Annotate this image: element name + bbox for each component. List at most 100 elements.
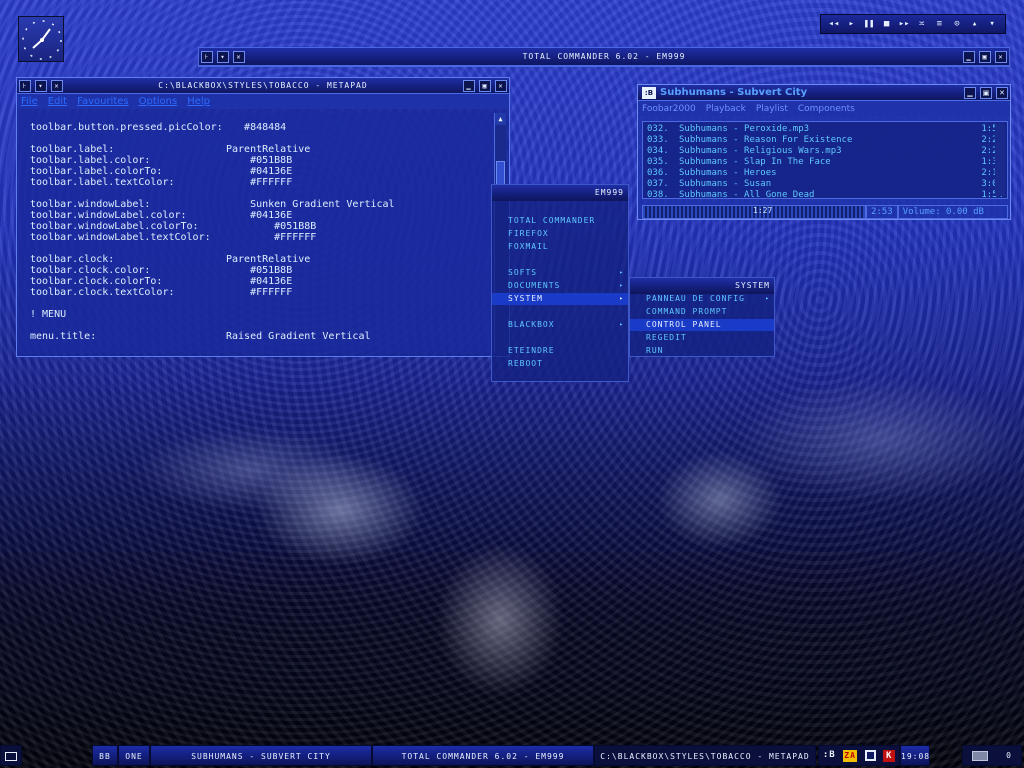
- menu-item-firefox[interactable]: FIREFOX: [492, 228, 628, 240]
- close-icon[interactable]: ✕: [995, 50, 1007, 63]
- shuffle-button[interactable]: ≍: [916, 19, 928, 29]
- playlist-row[interactable]: 033. Subhumans - Reason For Existence 2:29: [647, 135, 1003, 146]
- menu-item-panneau-de-config[interactable]: PANNEAU DE CONFIG ▸: [630, 293, 774, 305]
- close-icon[interactable]: ✕: [495, 79, 507, 92]
- desktop-toggle-button[interactable]: [0, 745, 22, 766]
- style-key: toolbar.clock.colorTo:: [30, 276, 163, 287]
- zonealarm-tray-icon[interactable]: ZA: [843, 749, 857, 762]
- total-commander-window[interactable]: ⊦ ▾ ✕ TOTAL COMMANDER 6.02 - EM999 ▁ ▣ ✕: [198, 47, 1010, 67]
- track-title: Subhumans - Heroes: [679, 168, 777, 178]
- menu-item-regedit[interactable]: REGEDIT: [630, 332, 774, 344]
- pause-button[interactable]: ❚❚: [863, 19, 875, 29]
- close-icon[interactable]: ✕: [996, 86, 1008, 99]
- style-key: toolbar.clock.textColor:: [30, 287, 175, 298]
- menu-item-label: CONTROL PANEL: [646, 320, 722, 329]
- task-total-commander[interactable]: TOTAL COMMANDER 6.02 - EM999: [372, 745, 594, 766]
- track-title: Subhumans - Religious Wars.mp3: [679, 146, 842, 156]
- menu-help[interactable]: Help: [187, 96, 210, 107]
- playlist-row[interactable]: 032. Subhumans - Peroxide.mp3 1:50: [647, 124, 1003, 135]
- workspace-name[interactable]: ONE: [118, 745, 150, 766]
- code-line: toolbar.label.color: #051B8B: [30, 155, 484, 166]
- total-commander-titlebar[interactable]: ⊦ ▾ ✕ TOTAL COMMANDER 6.02 - EM999 ▁ ▣ ✕: [199, 48, 1009, 66]
- menu-playback[interactable]: Playback: [706, 104, 746, 114]
- menu-item-foxmail[interactable]: FOXMAIL: [492, 241, 628, 253]
- vol-up-button[interactable]: ▴: [969, 19, 981, 29]
- track-number: 037.: [647, 179, 669, 189]
- minimize-icon[interactable]: ▁: [963, 50, 975, 63]
- foobar-titlebar[interactable]: :B Subhumans - Subvert City ▁ ▣ ✕: [638, 85, 1010, 101]
- playlist-row[interactable]: 038. Subhumans - All Gone Dead 1:54: [647, 190, 1003, 201]
- menu-item-label: ETEINDRE: [508, 346, 555, 355]
- style-value: #FFFFFF: [226, 177, 293, 188]
- menu-item-system[interactable]: SYSTEM ▸: [492, 293, 628, 305]
- antivirus-tray-icon[interactable]: K: [883, 749, 896, 762]
- maximize-icon[interactable]: ▣: [479, 79, 491, 92]
- minimize-icon[interactable]: ▁: [463, 79, 475, 92]
- menu-item-label: TOTAL COMMANDER: [508, 216, 596, 225]
- menu-playlist[interactable]: Playlist: [756, 104, 788, 114]
- playlist-scrollbar[interactable]: [995, 124, 1005, 196]
- menu-favourites[interactable]: Favourites: [77, 96, 129, 107]
- window-close-left-icon[interactable]: ✕: [51, 79, 63, 92]
- options-button[interactable]: ⊙: [951, 19, 963, 29]
- task-foobar[interactable]: SUBHUMANS - SUBVERT CITY: [150, 745, 372, 766]
- play-button[interactable]: ▸: [845, 19, 857, 29]
- prev-button[interactable]: ◂◂: [828, 19, 840, 29]
- menu-item-eteindre[interactable]: ETEINDRE: [492, 345, 628, 357]
- menu-item-command-prompt[interactable]: COMMAND PROMPT: [630, 306, 774, 318]
- menu-item-blackbox[interactable]: BLACKBOX ▸: [492, 319, 628, 331]
- playlist-row[interactable]: 037. Subhumans - Susan 3:04: [647, 179, 1003, 190]
- metapad-window[interactable]: ⊦ ▾ ✕ C:\BLACKBOX\STYLES\TOBACCO - METAP…: [16, 77, 510, 357]
- vol-down-button[interactable]: ▾: [986, 19, 998, 29]
- maximize-icon[interactable]: ▣: [979, 50, 991, 63]
- metapad-text-editor[interactable]: toolbar.button.pressed.picColor: #848484…: [20, 113, 494, 353]
- window-menu-icon[interactable]: ⊦: [201, 50, 213, 63]
- menu-button[interactable]: ≡: [933, 19, 945, 29]
- style-value: ParentRelative: [226, 254, 311, 265]
- root-menu: EM999 TOTAL COMMANDER FIREFOX FOXMAIL SOFTS…: [491, 184, 629, 382]
- menu-foobar2000[interactable]: Foobar2000: [642, 104, 696, 114]
- style-value: #04136E: [226, 166, 293, 177]
- mail-checker[interactable]: 0: [962, 745, 1022, 766]
- menu-item-label: FIREFOX: [508, 229, 549, 238]
- menu-item-label: SOFTS: [508, 268, 538, 277]
- track-number: 033.: [647, 135, 669, 145]
- scroll-up-icon[interactable]: ▲: [495, 113, 506, 125]
- menu-file[interactable]: File: [21, 96, 38, 107]
- menu-item-control-panel[interactable]: CONTROL PANEL: [630, 319, 774, 331]
- seek-time: 1:27: [753, 206, 773, 215]
- maximize-icon[interactable]: ▣: [980, 86, 992, 99]
- style-key: toolbar.label.colorTo:: [30, 166, 163, 177]
- playlist-row[interactable]: 034. Subhumans - Religious Wars.mp3 2:25: [647, 146, 1003, 157]
- window-close-left-icon[interactable]: ✕: [233, 50, 245, 63]
- monitor-tray-icon[interactable]: [864, 750, 876, 761]
- menu-item-run[interactable]: RUN: [630, 345, 774, 357]
- menu-edit[interactable]: Edit: [48, 96, 67, 107]
- style-key: menu.title:: [30, 331, 97, 342]
- taskbar-clock[interactable]: 19:08: [900, 745, 930, 766]
- menu-item-documents[interactable]: DOCUMENTS ▸: [492, 280, 628, 292]
- seek-bar[interactable]: 1:27: [642, 205, 866, 219]
- window-shade-icon[interactable]: ▾: [35, 79, 47, 92]
- next-button[interactable]: ▸▸: [898, 19, 910, 29]
- menu-options[interactable]: Options: [139, 96, 178, 107]
- submenu-arrow-icon: ▸: [765, 295, 770, 302]
- window-menu-icon[interactable]: ⊦: [19, 79, 31, 92]
- window-shade-icon[interactable]: ▾: [217, 50, 229, 63]
- minimize-icon[interactable]: ▁: [964, 86, 976, 99]
- foobar-window[interactable]: :B Subhumans - Subvert City ▁ ▣ ✕ Foobar…: [637, 84, 1011, 220]
- menu-item-softs[interactable]: SOFTS ▸: [492, 267, 628, 279]
- stop-button[interactable]: ■: [881, 19, 893, 29]
- blackbox-tray-icon[interactable]: :B: [823, 745, 836, 766]
- menu-item-total-commander[interactable]: TOTAL COMMANDER: [492, 215, 628, 227]
- playlist-row[interactable]: 035. Subhumans - Slap In The Face 1:33: [647, 157, 1003, 168]
- playlist[interactable]: 032. Subhumans - Peroxide.mp3 1:50 033. Subh…: [642, 121, 1008, 201]
- workspace-label[interactable]: BB: [92, 745, 118, 766]
- task-metapad[interactable]: C:\BLACKBOX\STYLES\TOBACCO - METAPAD: [594, 745, 816, 766]
- menu-item-reboot[interactable]: REBOOT: [492, 358, 628, 370]
- metapad-titlebar[interactable]: ⊦ ▾ ✕ C:\BLACKBOX\STYLES\TOBACCO - METAP…: [17, 78, 509, 94]
- media-player-bar: ◂◂ ▸ ❚❚ ■ ▸▸ ≍ ≡ ⊙ ▴ ▾: [820, 14, 1006, 34]
- menu-components[interactable]: Components: [798, 104, 855, 114]
- submenu-arrow-icon: ▸: [619, 269, 624, 276]
- playlist-row[interactable]: 036. Subhumans - Heroes 2:13: [647, 168, 1003, 179]
